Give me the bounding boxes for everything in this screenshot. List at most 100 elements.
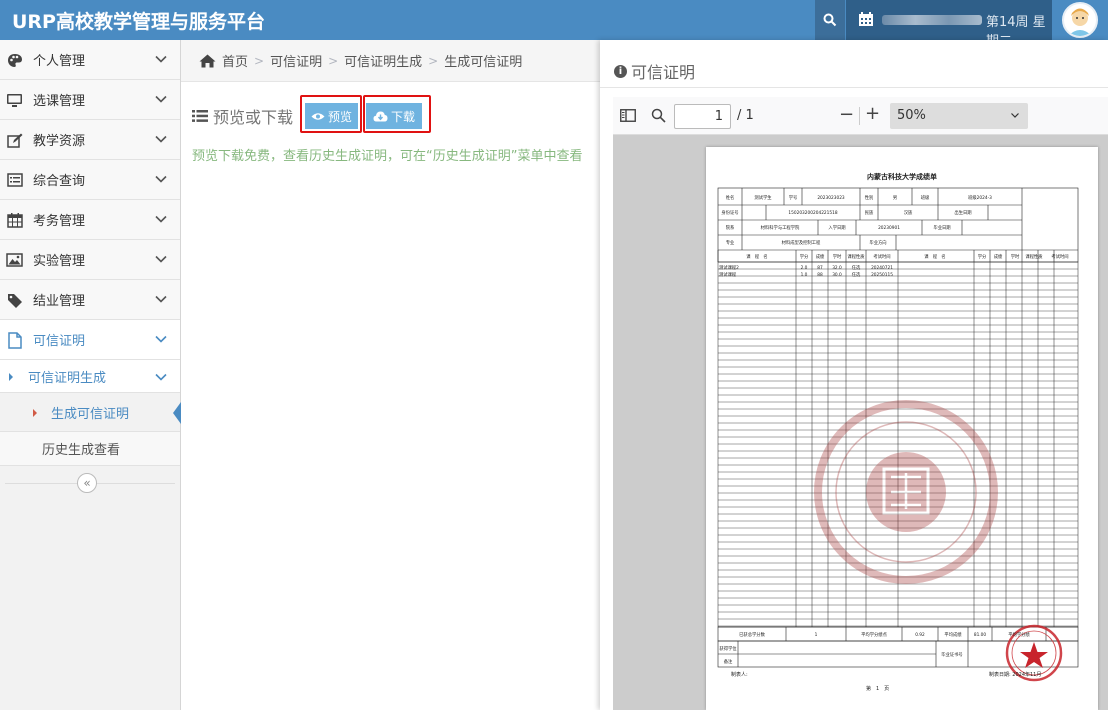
course-cell: 30.0 [832, 272, 842, 278]
caret-right-icon [33, 409, 37, 417]
page-heading: 预览或下载 [192, 104, 293, 128]
table-maker: 制表人: [731, 672, 748, 678]
course-header: 成绩 [816, 253, 825, 260]
sidebar-item-generate-credential[interactable]: 生成可信证明 [0, 393, 181, 432]
zoom-out-button[interactable]: − [839, 104, 854, 125]
sidebar-item-exam[interactable]: 考务管理 [0, 200, 180, 240]
sidebar-item-credential[interactable]: 可信证明 [0, 320, 180, 360]
sidebar-collapse: « [0, 472, 180, 494]
breadcrumb-item[interactable]: 可信证明 [270, 51, 322, 70]
preview-label: 预览 [327, 109, 352, 124]
table-date: 制表日期: 2024年11月 [989, 672, 1042, 678]
sidebar-item-label: 个人管理 [33, 54, 86, 69]
pdf-page: 内蒙古科技大学成绩单 测试课程2 2.0 87 32.0 任选 20240721… [706, 147, 1098, 710]
list-icon [192, 110, 208, 122]
sidebar-item-personal[interactable]: 个人管理 [0, 40, 180, 80]
sidebar-toggle-icon[interactable] [620, 109, 636, 122]
list-icon [6, 172, 23, 188]
breadcrumb-separator: > [328, 53, 339, 68]
user-menu[interactable] [1053, 0, 1108, 40]
transcript-field: 2023023023 [817, 195, 845, 201]
chevron-down-icon [155, 55, 167, 63]
course-cell: 测试课程2 [719, 264, 739, 271]
transcript-field: 男 [893, 195, 897, 201]
course-cell: 87 [817, 265, 823, 271]
zoom-in-button[interactable]: + [865, 103, 880, 124]
chevron-down-icon [155, 215, 167, 223]
sidebar-item-label: 考务管理 [33, 214, 86, 229]
course-cell: 1.0 [801, 272, 808, 278]
search-icon [823, 13, 837, 27]
summary-field: 平均成绩 [944, 631, 962, 638]
pdf-viewer: 1 / 1 − + 50% 内蒙古科技大学成绩单 测试课程2 2.0 87 32… [613, 97, 1108, 710]
collapse-sidebar-button[interactable]: « [77, 473, 97, 493]
course-header: 考试时间 [873, 253, 890, 260]
eye-icon [311, 112, 325, 120]
summary-field: 平均学分绩 [1008, 631, 1030, 638]
zoom-value: 50% [897, 108, 926, 123]
breadcrumb: 首页 > 可信证明 > 可信证明生成 > 生成可信证明 [181, 40, 600, 82]
transcript-field: 身份证号 [721, 209, 738, 216]
sidebar-item-label: 综合查询 [33, 174, 86, 189]
transcript-field: 150203200204221518 [788, 210, 837, 216]
avatar[interactable] [1062, 2, 1098, 38]
chevron-down-icon [1011, 113, 1019, 118]
sidebar-item-teaching-resources[interactable]: 教学资源 [0, 120, 180, 160]
download-button[interactable]: 下载 [366, 103, 422, 129]
transcript-field: 专业 [726, 239, 735, 246]
chevron-down-icon [155, 95, 167, 103]
sidebar-item-lab[interactable]: 实验管理 [0, 240, 180, 280]
sidebar-sub-credential-generate[interactable]: 可信证明生成 [0, 360, 180, 393]
transcript-field: 性别 [865, 194, 874, 201]
sidebar-item-query[interactable]: 综合查询 [0, 160, 180, 200]
summary-field: 已获总学分数 [739, 631, 765, 638]
course-cell: 20240721 [871, 265, 893, 271]
preview-button[interactable]: 预览 [305, 103, 358, 129]
chevron-down-icon [155, 135, 167, 143]
transcript-field: 班级 [921, 194, 930, 201]
info-note: 预览下载免费，查看历史生成证明，可在“历史生成证明”菜单中查看 [192, 149, 583, 164]
course-cell: 测试课程 [719, 271, 737, 278]
sidebar-item-completion[interactable]: 结业管理 [0, 280, 180, 320]
breadcrumb-item[interactable]: 可信证明生成 [344, 51, 422, 70]
search-icon[interactable] [651, 108, 666, 123]
info-icon: i [614, 64, 627, 78]
summary-field: 81.00 [974, 632, 987, 638]
transcript-field: 入学日期 [828, 224, 845, 231]
transcript-field: 汉族 [904, 209, 913, 216]
breadcrumb-separator: > [254, 53, 265, 68]
breadcrumb-separator: > [428, 53, 439, 68]
summary-field: 0.92 [915, 632, 925, 638]
search-button[interactable] [815, 0, 845, 40]
palette-icon [6, 52, 23, 68]
course-cell: 任选 [852, 264, 861, 271]
heading-text: 预览或下载 [213, 108, 294, 127]
transcript-field: 民族 [865, 209, 874, 216]
course-cell: 20250115 [871, 272, 893, 278]
course-header: 成绩 [994, 253, 1003, 260]
sidebar-item-label: 结业管理 [33, 294, 86, 309]
sidebar: 个人管理 选课管理 教学资源 综合查询 考务管理 实验管理 结业管理 可信证明 [0, 40, 181, 710]
download-label: 下载 [390, 109, 415, 124]
chevron-down-icon [155, 295, 167, 303]
sidebar-item-history[interactable]: 历史生成查看 [0, 432, 180, 466]
panel-title-text: 可信证明 [631, 63, 696, 82]
calendar-icon [859, 12, 873, 26]
course-header: 考试时间 [1051, 253, 1068, 260]
transcript-field: 院系 [726, 224, 735, 231]
course-header: 课 程 名 [746, 253, 767, 260]
date-display: 第14周 星期二 [846, 0, 1052, 49]
page-total: / 1 [737, 108, 754, 123]
zoom-select[interactable]: 50% [890, 103, 1028, 129]
active-marker [173, 402, 181, 424]
sidebar-item-course-selection[interactable]: 选课管理 [0, 80, 180, 120]
divider [600, 87, 1108, 88]
file-icon [6, 331, 23, 349]
transcript-table: 测试课程2 2.0 87 32.0 任选 20240721 测试课程 1.0 88 30.0 任选 2… [717, 187, 1079, 682]
page-footer: 第 1 页 [866, 686, 890, 692]
breadcrumb-home[interactable]: 首页 [222, 51, 248, 70]
sidebar-item-label: 选课管理 [33, 94, 86, 109]
app-title: URP高校教学管理与服务平台 [12, 11, 265, 33]
transcript-field: 毕业方向 [869, 239, 886, 246]
page-number-input[interactable]: 1 [674, 104, 731, 129]
